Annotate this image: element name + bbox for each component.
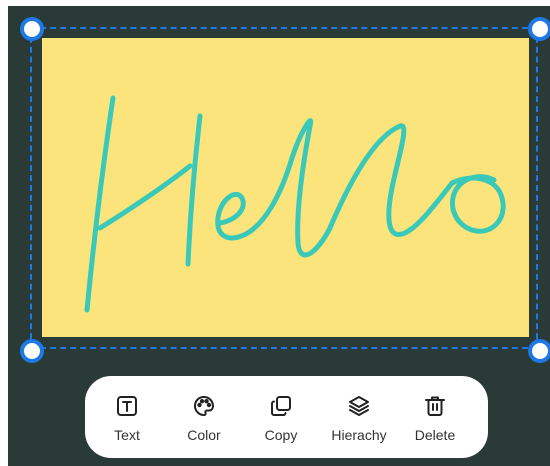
delete-button-label: Delete [414, 427, 456, 443]
trash-icon [422, 393, 448, 419]
resize-handle-bottom-right[interactable] [528, 339, 550, 363]
layers-icon [346, 393, 372, 419]
text-icon [114, 393, 140, 419]
context-toolbar: Text Color Copy Hierachy Delete [85, 376, 488, 458]
text-button-label: Text [114, 427, 140, 443]
text-button[interactable]: Text [87, 376, 167, 458]
hierarchy-button[interactable]: Hierachy [319, 376, 399, 458]
hierarchy-button-label: Hierachy [331, 427, 387, 443]
resize-handle-bottom-left[interactable] [20, 339, 44, 363]
selection-box [30, 27, 538, 349]
copy-icon [268, 393, 294, 419]
resize-handle-top-left[interactable] [20, 17, 44, 41]
resize-handle-top-right[interactable] [528, 17, 550, 41]
palette-icon [191, 393, 217, 419]
color-button-label: Color [187, 427, 221, 443]
color-button[interactable]: Color [164, 376, 244, 458]
delete-button[interactable]: Delete [395, 376, 475, 458]
copy-button-label: Copy [264, 427, 298, 443]
copy-button[interactable]: Copy [241, 376, 321, 458]
